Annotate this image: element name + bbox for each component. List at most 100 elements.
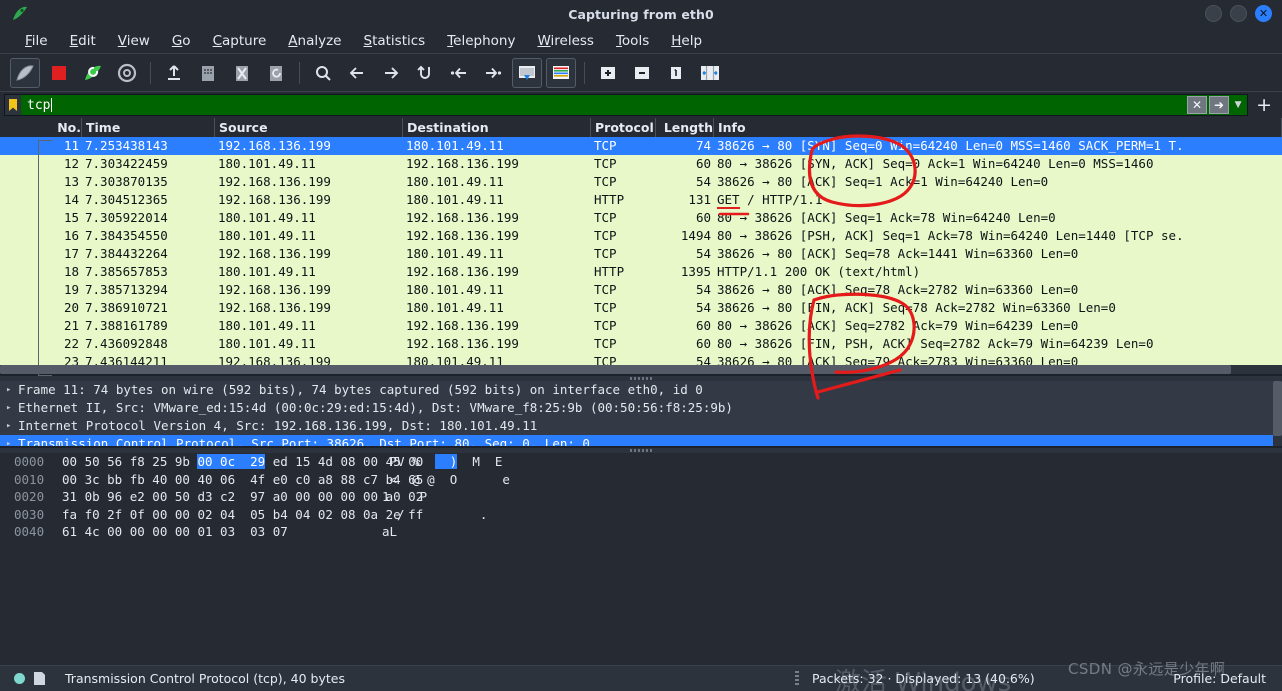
cell-destination: 180.101.49.11 (406, 282, 504, 297)
packet-list-horizontal-scrollbar[interactable] (0, 365, 1282, 374)
menu-wireless[interactable]: Wireless (526, 31, 605, 51)
packet-list-row[interactable]: 19 7.385713294 192.168.136.199 180.101.49.1… (0, 281, 1282, 299)
close-file-icon[interactable] (227, 58, 257, 88)
reload-file-icon[interactable] (261, 58, 291, 88)
zoom-in-icon[interactable] (593, 58, 623, 88)
capture-options-icon[interactable] (112, 58, 142, 88)
info-get-link[interactable]: GET (717, 192, 740, 209)
packet-list-row[interactable]: 21 7.388161789 180.101.49.11 192.168.136.19… (0, 317, 1282, 335)
hex-bytes: 61 4c 00 00 00 00 01 03 03 07 (62, 524, 288, 539)
column-header-time[interactable]: Time (82, 118, 215, 137)
packet-detail-row[interactable]: ▸ Ethernet II, Src: VMware_ed:15:4d (00:0… (0, 399, 1282, 417)
packet-detail-row[interactable]: ▸ Transmission Control Protocol, Src Port… (0, 435, 1282, 446)
menu-view[interactable]: View (107, 31, 161, 51)
bookmark-icon[interactable] (5, 95, 21, 115)
expander-triangle-icon[interactable]: ▸ (6, 381, 18, 399)
packet-detail-scrollbar[interactable] (1273, 381, 1282, 446)
expander-triangle-icon[interactable]: ▸ (6, 435, 18, 446)
cell-protocol: TCP (594, 174, 617, 189)
hex-dump-row[interactable]: 0030 fa f0 2f 0f 00 00 02 04 05 b4 04 02 … (0, 506, 1282, 524)
menu-go[interactable]: Go (161, 31, 202, 51)
add-filter-button[interactable]: + (1248, 95, 1278, 115)
cell-no: 22 (63, 336, 79, 351)
packet-detail-row[interactable]: ▸ Internet Protocol Version 4, Src: 192.1… (0, 417, 1282, 435)
go-back-icon[interactable] (342, 58, 372, 88)
menu-tools[interactable]: Tools (605, 31, 660, 51)
hex-bytes: fa f0 2f 0f 00 00 02 04 05 b4 04 02 08 0… (62, 506, 424, 522)
chevron-down-icon[interactable]: ▼ (1231, 96, 1245, 114)
packet-detail-row[interactable]: ▸ Frame 11: 74 bytes on wire (592 bits), … (0, 381, 1282, 399)
packet-bytes-pane[interactable]: 0000 00 50 56 f8 25 9b 00 0c 29 ed 15 4d … (0, 448, 1282, 665)
expander-triangle-icon[interactable]: ▸ (6, 417, 18, 435)
cell-source: 192.168.136.199 (218, 174, 331, 189)
hex-dump-row[interactable]: 0000 00 50 56 f8 25 9b 00 0c 29 ed 15 4d … (0, 453, 1282, 471)
cell-time: 7.303422459 (85, 156, 168, 171)
menu-capture[interactable]: Capture (202, 31, 278, 51)
go-to-packet-icon[interactable] (410, 58, 440, 88)
cell-time: 7.305922014 (85, 210, 168, 225)
packet-list-row[interactable]: 20 7.386910721 192.168.136.199 180.101.49.1… (0, 299, 1282, 317)
packet-list-row[interactable]: 22 7.436092848 180.101.49.11 192.168.136.19… (0, 335, 1282, 353)
column-header-destination[interactable]: Destination (403, 118, 591, 137)
apply-filter-button[interactable]: ➜ (1209, 96, 1230, 114)
column-header-length[interactable]: Length (656, 118, 714, 137)
hex-offset: 0010 (14, 471, 45, 487)
menu-analyze[interactable]: Analyze (277, 31, 352, 51)
close-button[interactable]: ✕ (1255, 5, 1272, 22)
hex-dump-row[interactable]: 0010 00 3c bb fb 40 00 40 06 4f e0 c0 a8 … (0, 471, 1282, 489)
column-header-protocol[interactable]: Protocol (591, 118, 656, 137)
resize-columns-icon[interactable] (695, 58, 725, 88)
restart-capture-icon[interactable] (78, 58, 108, 88)
display-filter-input[interactable]: tcp ✕ ➜ ▼ (4, 94, 1249, 116)
menu-file[interactable]: File (14, 31, 59, 51)
stop-capture-icon[interactable] (44, 58, 74, 88)
menu-statistics[interactable]: Statistics (352, 31, 436, 51)
cell-source: 180.101.49.11 (218, 264, 316, 279)
packet-list-row[interactable]: 18 7.385657853 180.101.49.11 192.168.136.19… (0, 263, 1282, 281)
clear-filter-button[interactable]: ✕ (1187, 96, 1208, 114)
packet-list-row[interactable]: 13 7.303870135 192.168.136.199 180.101.49.1… (0, 173, 1282, 191)
colorize-icon[interactable] (546, 57, 576, 88)
auto-scroll-icon[interactable] (512, 57, 542, 88)
menu-help[interactable]: Help (660, 31, 713, 51)
packet-list-row[interactable]: 17 7.384432264 192.168.136.199 180.101.49.1… (0, 245, 1282, 263)
hex-ascii: aL (382, 524, 458, 539)
zoom-reset-icon[interactable] (661, 58, 691, 88)
go-forward-icon[interactable] (376, 58, 406, 88)
expert-info-icon[interactable] (14, 673, 25, 684)
packet-list-pane[interactable]: No. Time Source Destination Protocol Len… (0, 118, 1282, 376)
packet-detail-pane[interactable]: ▸ Frame 11: 74 bytes on wire (592 bits), … (0, 376, 1282, 448)
column-header-source[interactable]: Source (215, 118, 403, 137)
maximize-button[interactable] (1230, 5, 1247, 22)
menu-telephony[interactable]: Telephony (436, 31, 526, 51)
find-packet-icon[interactable] (308, 58, 338, 88)
packet-detail-rows[interactable]: ▸ Frame 11: 74 bytes on wire (592 bits), … (0, 381, 1282, 446)
cell-protocol: HTTP (594, 264, 625, 279)
hex-dump-row[interactable]: 0020 31 0b 96 e2 00 50 d3 c2 97 a0 00 00 … (0, 488, 1282, 506)
packet-list-row[interactable]: 14 7.304512365 192.168.136.199 180.101.49.1… (0, 191, 1282, 209)
zoom-out-icon[interactable] (627, 58, 657, 88)
cell-info: 38626 → 80 [ACK] Seq=78 Ack=2782 Win=633… (717, 282, 1079, 297)
packet-list-row[interactable]: 15 7.305922014 180.101.49.11 192.168.136.19… (0, 209, 1282, 227)
hex-dump-rows[interactable]: 0000 00 50 56 f8 25 9b 00 0c 29 ed 15 4d … (0, 453, 1282, 541)
go-first-packet-icon[interactable] (444, 58, 474, 88)
capture-file-properties-icon[interactable] (34, 672, 45, 685)
menu-edit[interactable]: Edit (59, 31, 107, 51)
column-header-no[interactable]: No. (0, 118, 82, 137)
save-file-icon[interactable] (193, 58, 223, 88)
packet-list-row[interactable]: 16 7.384354550 180.101.49.11 192.168.136.19… (0, 227, 1282, 245)
packet-list-row[interactable]: 11 7.253438143 192.168.136.199 180.101.49.1… (0, 137, 1282, 155)
expander-triangle-icon[interactable]: ▸ (6, 399, 18, 417)
cell-time: 7.388161789 (85, 318, 168, 333)
go-last-packet-icon[interactable] (478, 58, 508, 88)
hex-dump-row[interactable]: 0040 61 4c 00 00 00 00 01 03 03 07 aL (0, 523, 1282, 541)
start-capture-icon[interactable] (10, 57, 40, 88)
open-file-icon[interactable] (159, 58, 189, 88)
minimize-button[interactable] (1205, 5, 1222, 22)
toolbar-separator (584, 61, 585, 84)
column-header-info[interactable]: Info (714, 118, 1282, 137)
cell-no: 19 (63, 282, 79, 297)
packet-list-row[interactable]: 12 7.303422459 180.101.49.11 192.168.136.19… (0, 155, 1282, 173)
window-title: Capturing from eth0 (568, 6, 714, 22)
packet-list-rows[interactable]: 11 7.253438143 192.168.136.199 180.101.49.1… (0, 137, 1282, 374)
